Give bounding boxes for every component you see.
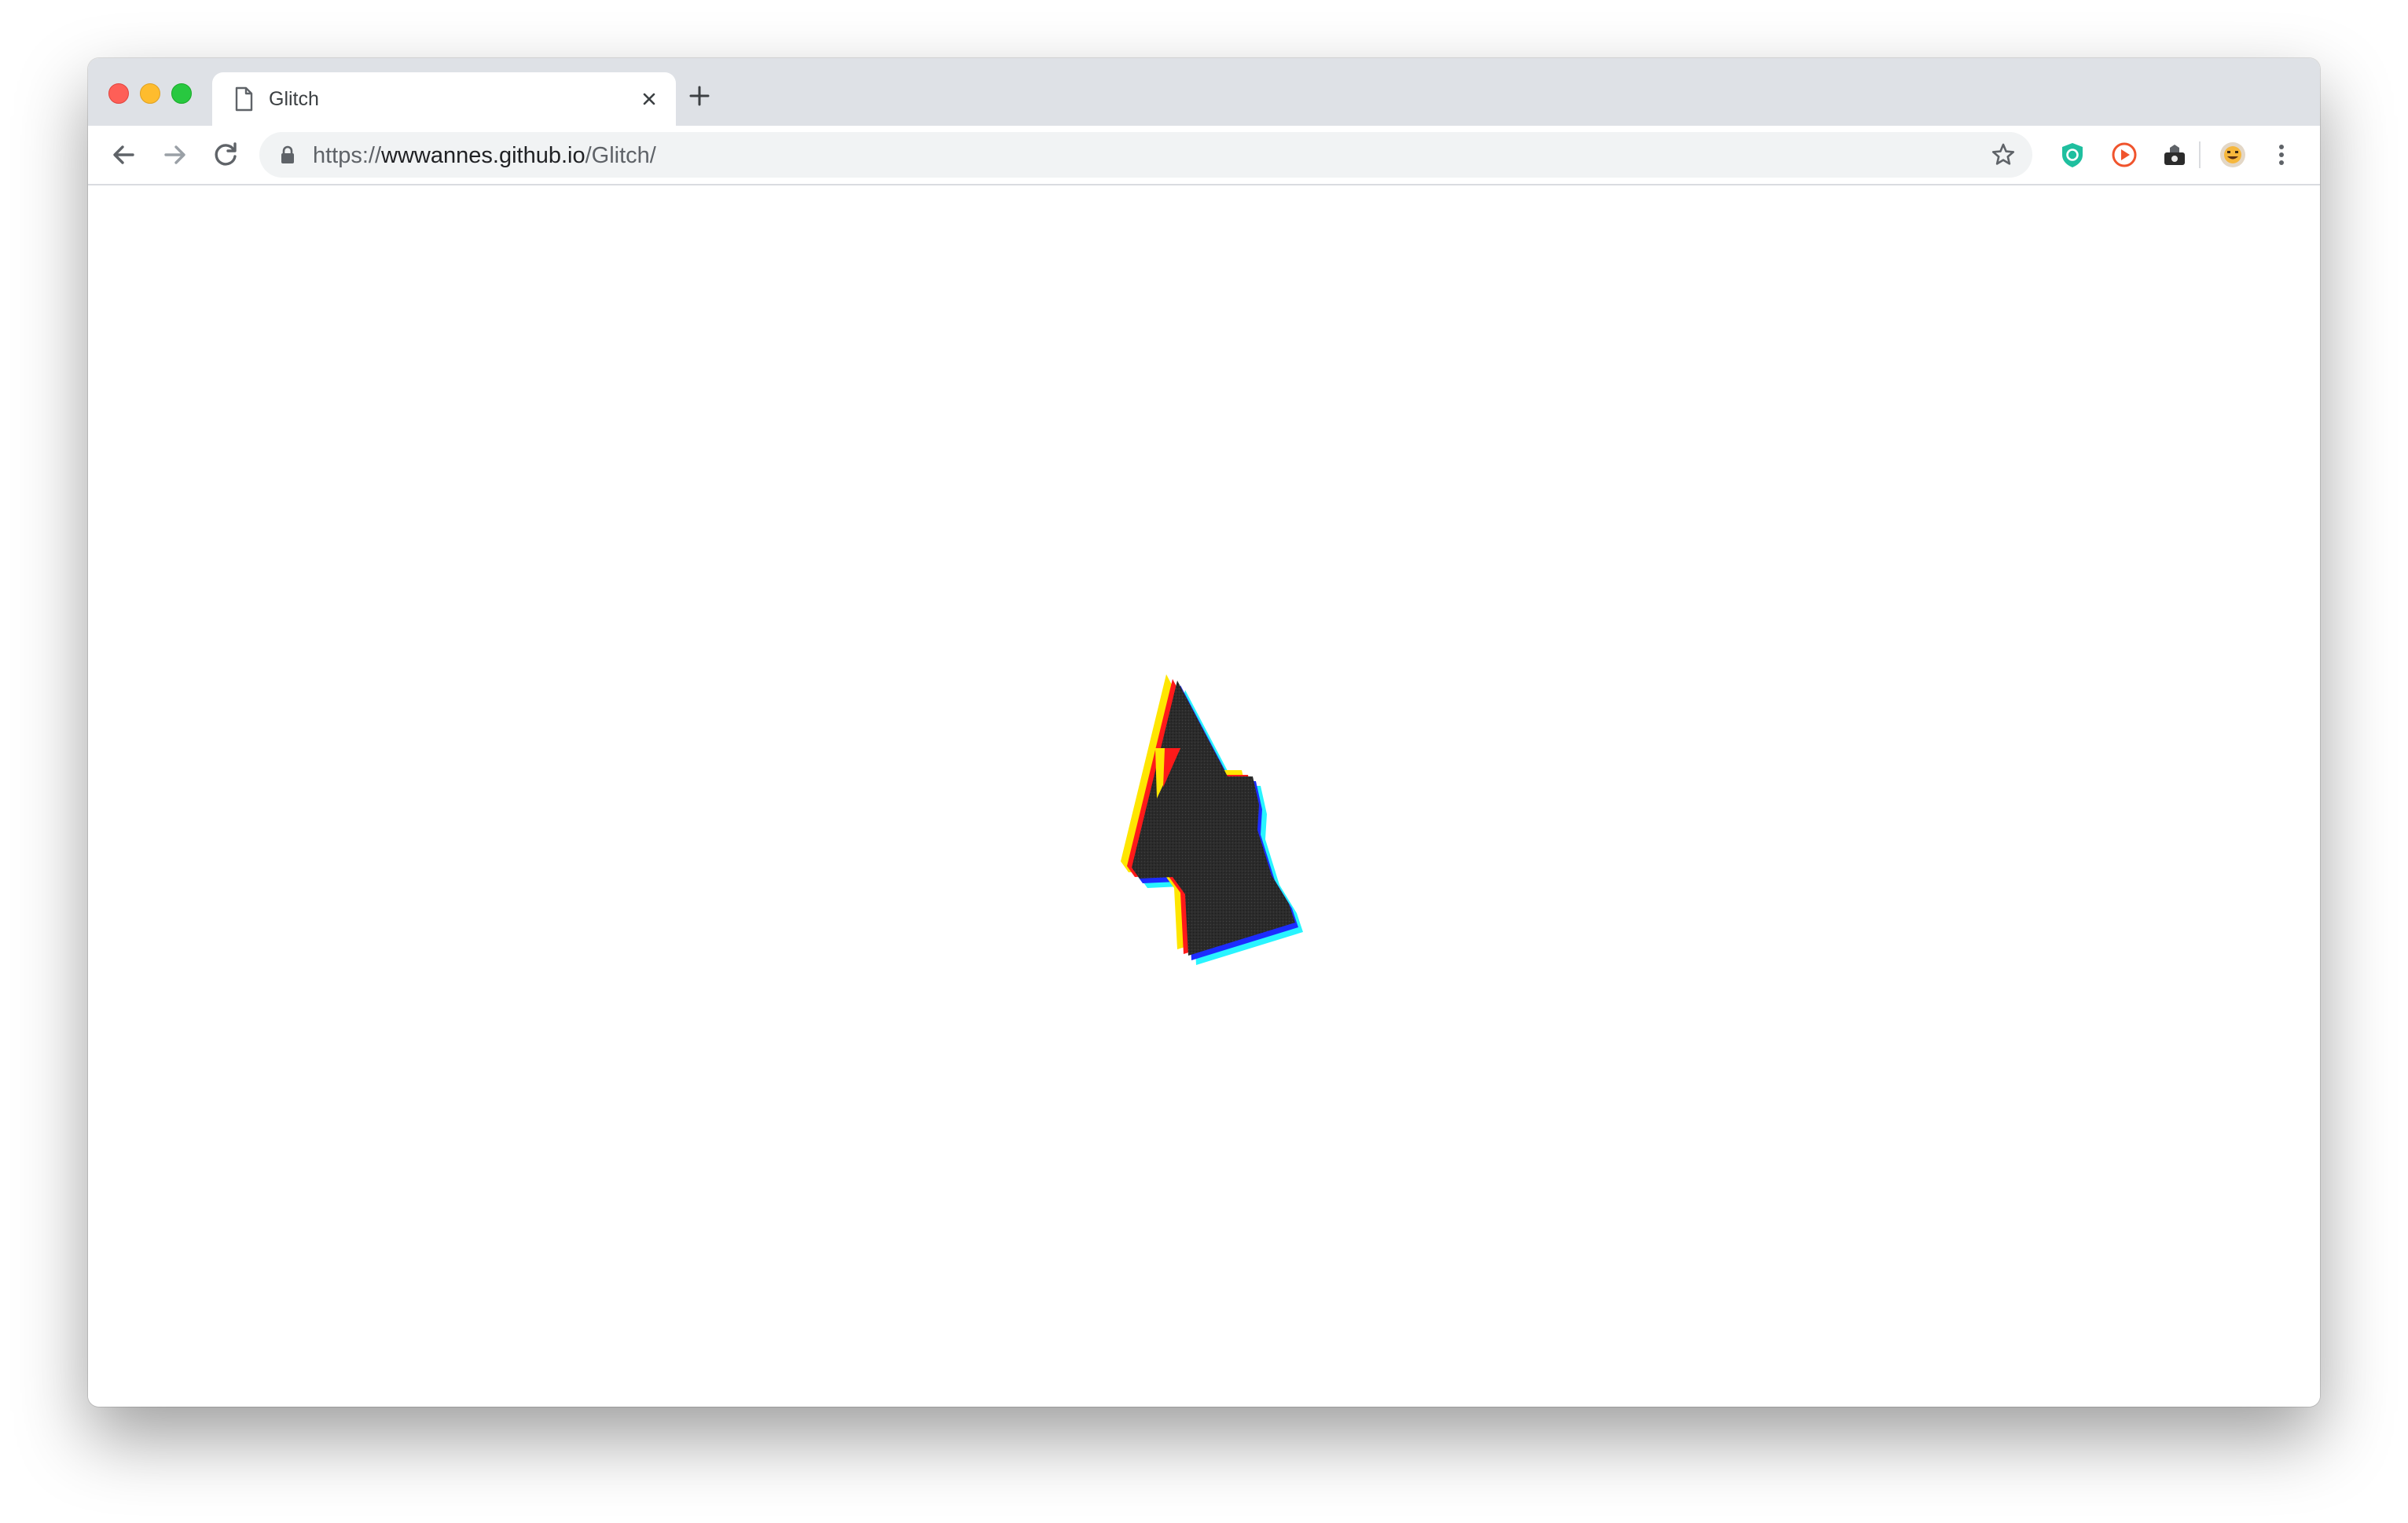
browser-window: Glitch https://wwwannes.github.io/Glitch… — [88, 58, 2320, 1407]
tab-strip: Glitch — [88, 58, 2320, 126]
bookmark-star-icon[interactable] — [1990, 141, 2017, 168]
tab-glitch[interactable]: Glitch — [212, 72, 676, 126]
url-scheme: https:// — [313, 143, 382, 168]
window-minimize-button[interactable] — [140, 83, 160, 104]
reload-icon[interactable] — [209, 138, 242, 171]
window-maximize-button[interactable] — [171, 83, 192, 104]
toolbar-separator — [2199, 141, 2201, 168]
glitch-logo — [1121, 674, 1303, 965]
new-tab-icon[interactable] — [685, 82, 714, 110]
close-tab-icon[interactable] — [637, 86, 662, 112]
page-content — [88, 185, 2320, 1407]
menu-kebab-icon[interactable] — [2267, 140, 2296, 170]
url-host: wwwannes.github.io — [381, 143, 585, 168]
forward-arrow-icon[interactable] — [159, 138, 192, 171]
url-text: https://wwwannes.github.io/Glitch/ — [313, 143, 656, 168]
media-extension-icon[interactable] — [2160, 140, 2190, 170]
desktop: Glitch https://wwwannes.github.io/Glitch… — [0, 0, 2408, 1523]
shield-check-icon[interactable] — [2057, 140, 2087, 170]
play-circle-icon[interactable] — [2109, 140, 2139, 170]
window-close-button[interactable] — [108, 83, 129, 104]
address-bar[interactable]: https://wwwannes.github.io/Glitch/ — [259, 132, 2032, 178]
lock-icon[interactable] — [280, 145, 295, 164]
url-path: /Glitch/ — [585, 143, 656, 168]
avatar[interactable] — [2218, 140, 2248, 170]
back-arrow-icon[interactable] — [107, 138, 140, 171]
tab-title: Glitch — [269, 88, 319, 110]
toolbar: https://wwwannes.github.io/Glitch/ — [88, 126, 2320, 185]
page-icon — [235, 86, 253, 112]
